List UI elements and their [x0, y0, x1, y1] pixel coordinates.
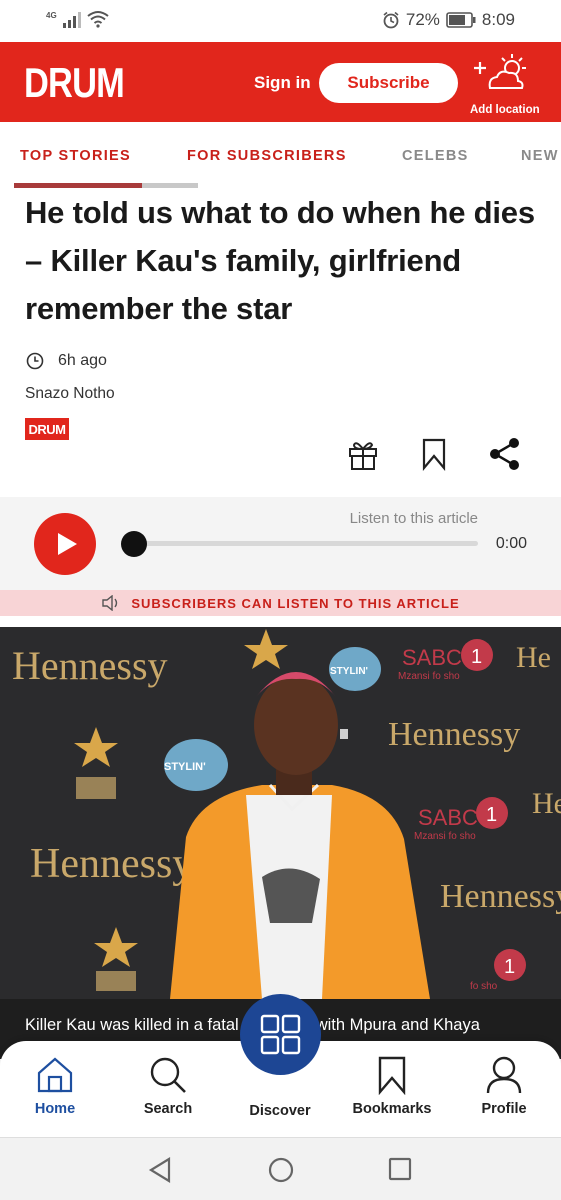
svg-text:fo sho: fo sho — [470, 981, 498, 992]
grid-icon — [260, 1014, 301, 1055]
svg-text:1: 1 — [471, 646, 482, 668]
photo-illustration: Hennessy Hennessy Hennessy Hennessy He H… — [0, 627, 561, 999]
audio-progress-knob[interactable] — [121, 531, 147, 557]
audio-time: 0:00 — [495, 535, 527, 552]
network-type: 4G — [46, 11, 57, 20]
svg-text:1: 1 — [486, 804, 497, 826]
nav-profile[interactable]: Profile — [459, 1055, 549, 1117]
svg-text:SABC: SABC — [418, 805, 478, 830]
signal-icon — [62, 12, 81, 28]
discover-button[interactable] — [240, 994, 321, 1075]
subscribe-button[interactable]: Subscribe — [319, 63, 458, 103]
svg-text:STYLIN': STYLIN' — [164, 761, 206, 773]
article-actions — [346, 437, 522, 471]
time-ago: 6h ago — [58, 352, 107, 369]
home-circle-icon[interactable] — [268, 1157, 294, 1183]
tab-news[interactable]: NEW — [521, 148, 559, 164]
article-time: 6h ago — [26, 352, 107, 370]
nav-search[interactable]: Search — [123, 1055, 213, 1117]
gift-icon[interactable] — [346, 437, 380, 471]
alarm-icon — [383, 11, 399, 29]
stylin-logo-1: STYLIN' — [329, 647, 381, 691]
nav-bookmarks-label: Bookmarks — [352, 1101, 432, 1117]
svg-text:SABC: SABC — [402, 645, 462, 670]
nav-search-label: Search — [143, 1101, 193, 1117]
profile-icon — [486, 1056, 522, 1094]
backdrop-hennessy-2: Hennessy — [388, 716, 520, 753]
nav-discover-label: Discover — [249, 1103, 311, 1119]
backdrop-hennessy-3: Hennessy — [30, 841, 193, 887]
svg-text:He: He — [516, 641, 551, 674]
tab-active-indicator — [14, 183, 142, 188]
nav-bookmarks[interactable]: Bookmarks — [347, 1055, 437, 1117]
battery-percent: 72% — [405, 10, 440, 29]
section-tabs: TOP STORIES FOR SUBSCRIBERS CELEBS NEW — [0, 122, 561, 188]
audio-player: Listen to this article 0:00 — [0, 497, 561, 590]
app-header: DRUM Sign in Subscribe Add location — [0, 42, 561, 122]
home-icon — [37, 1057, 73, 1093]
add-location-label: Add location — [470, 104, 540, 116]
svg-text:STYLIN': STYLIN' — [330, 666, 368, 677]
svg-text:Mzansi fo sho: Mzansi fo sho — [414, 831, 476, 842]
drum-logo[interactable]: DRUM — [24, 59, 125, 107]
bookmarks-icon — [378, 1056, 406, 1095]
sign-in-link[interactable]: Sign in — [254, 73, 311, 93]
bookmark-icon[interactable] — [420, 437, 448, 471]
status-bar: 4G 72% 8:09 — [0, 0, 561, 42]
source-logo: DRUM — [25, 418, 69, 440]
tab-for-subscribers[interactable]: FOR SUBSCRIBERS — [187, 148, 347, 164]
status-left: 4G — [46, 10, 109, 28]
back-icon[interactable] — [148, 1157, 172, 1183]
weather-add-icon — [474, 54, 526, 89]
audio-progress-track[interactable] — [134, 541, 478, 546]
subscribers-audio-banner[interactable]: SUBSCRIBERS CAN LISTEN TO THIS ARTICLE — [0, 590, 561, 616]
nav-home-label: Home — [34, 1101, 76, 1117]
tab-celebs[interactable]: CELEBS — [402, 148, 469, 164]
wifi-icon — [87, 11, 109, 28]
share-icon[interactable] — [488, 437, 522, 471]
tab-scroll-indicator — [14, 183, 198, 188]
add-location-button[interactable]: Add location — [466, 50, 552, 118]
status-right: 72% 8:09 — [382, 10, 515, 30]
clock-time: 8:09 — [481, 10, 515, 29]
nav-home[interactable]: Home — [10, 1055, 100, 1117]
play-icon — [58, 533, 77, 555]
nav-profile-label: Profile — [481, 1101, 527, 1117]
article-headline: He told us what to do when he dies – Kil… — [25, 195, 535, 326]
play-button[interactable] — [34, 513, 96, 575]
clock-icon — [26, 352, 44, 370]
backdrop-hennessy-1: Hennessy — [12, 643, 168, 688]
recents-icon[interactable] — [388, 1157, 412, 1181]
search-icon — [150, 1057, 186, 1093]
article-photo: Hennessy Hennessy Hennessy Hennessy He H… — [0, 627, 561, 999]
system-navigation — [0, 1137, 561, 1200]
battery-icon — [446, 12, 476, 28]
svg-text:He: He — [532, 787, 561, 820]
speaker-icon — [102, 595, 118, 611]
article-author[interactable]: Snazo Notho — [25, 385, 115, 403]
backdrop-hennessy-4: Hennessy — [440, 878, 561, 915]
tab-top-stories[interactable]: TOP STORIES — [20, 148, 131, 164]
stylin-logo-2: STYLIN' — [164, 739, 228, 791]
svg-text:Mzansi fo sho: Mzansi fo sho — [398, 671, 460, 682]
listen-label: Listen to this article — [349, 510, 478, 527]
svg-text:1: 1 — [504, 956, 515, 978]
subscribers-audio-text: SUBSCRIBERS CAN LISTEN TO THIS ARTICLE — [131, 595, 460, 611]
